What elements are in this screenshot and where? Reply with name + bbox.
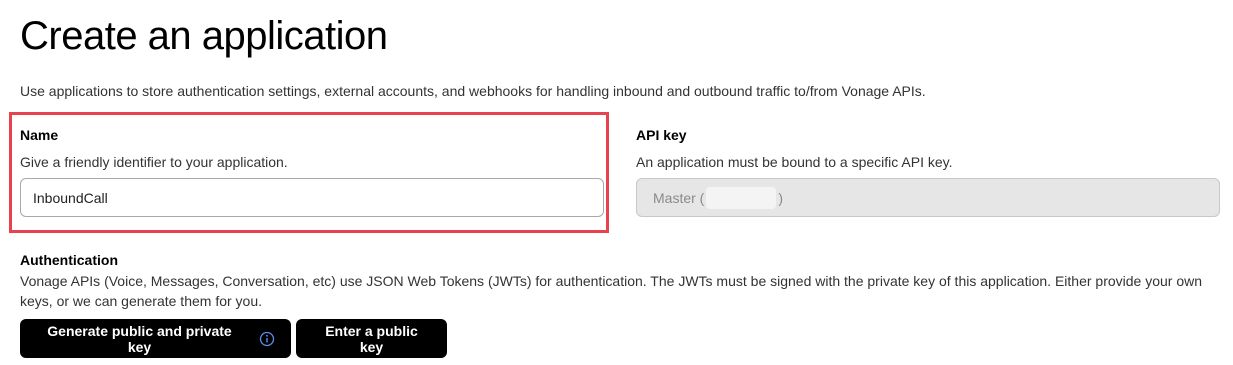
api-key-value-prefix: Master (	[653, 189, 705, 206]
name-help: Give a friendly identifier to your appli…	[20, 154, 288, 170]
api-key-value-suffix: )	[778, 189, 784, 206]
enter-public-key-button[interactable]: Enter a public key	[296, 319, 447, 358]
name-label: Name	[20, 127, 59, 143]
generate-keys-label: Generate public and private key	[47, 322, 232, 355]
api-key-select[interactable]: Master ( )	[636, 178, 1220, 217]
redacted-api-key	[706, 186, 777, 209]
name-input[interactable]	[20, 178, 604, 217]
enter-public-key-label: Enter a public key	[325, 322, 418, 355]
api-key-label: API key	[636, 127, 687, 143]
generate-keys-button[interactable]: Generate public and private key	[20, 319, 291, 358]
page-title: Create an application	[20, 14, 388, 58]
create-application-page: Create an application Use applications t…	[0, 0, 1233, 365]
info-circle-icon[interactable]	[259, 331, 275, 347]
api-key-help: An application must be bound to a specif…	[636, 154, 953, 170]
page-intro: Use applications to store authentication…	[20, 83, 926, 99]
authentication-description: Vonage APIs (Voice, Messages, Conversati…	[20, 273, 1203, 309]
authentication-label: Authentication	[20, 252, 118, 268]
